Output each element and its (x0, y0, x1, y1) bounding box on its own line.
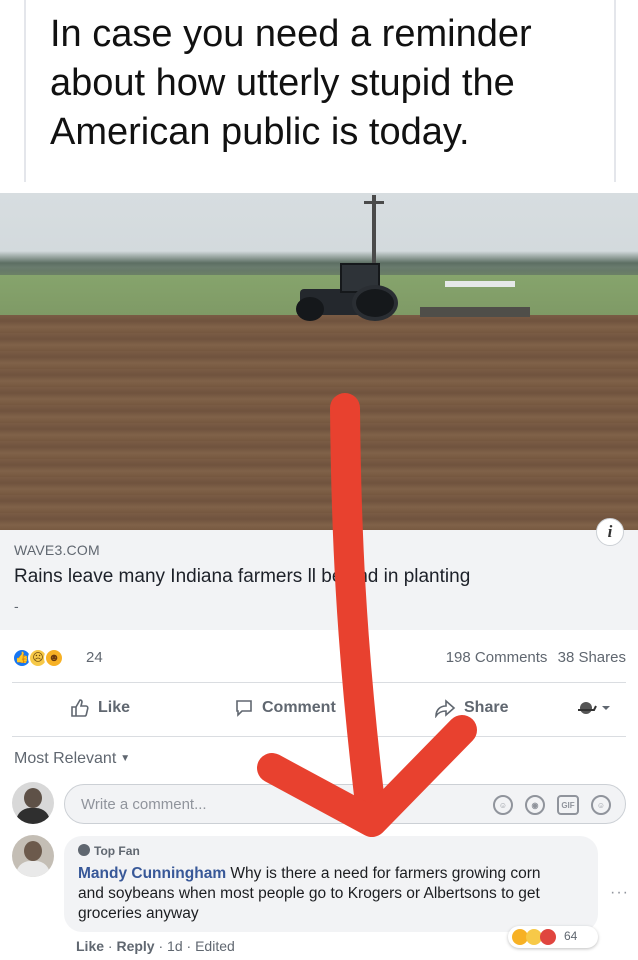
top-fan-badge: Top Fan (78, 844, 140, 858)
link-preview-image[interactable] (0, 193, 638, 530)
link-description: - (14, 598, 19, 614)
chevron-down-icon: ▼ (120, 753, 131, 765)
reaction-icons[interactable]: 👍 ☹ ☻ (12, 648, 84, 668)
top-fan-icon (78, 844, 90, 856)
commenter-avatar[interactable] (12, 835, 54, 877)
like-label: Like (98, 699, 131, 716)
link-preview-card[interactable]: i WAVE3.COM Rains leave many Indiana far… (0, 518, 638, 630)
page-avatar-icon (578, 702, 610, 714)
post-actions: Like Comment Share (0, 690, 638, 734)
comment-reply-link[interactable]: Reply (116, 938, 154, 954)
farm-implement (420, 307, 530, 317)
divider (12, 682, 626, 683)
utility-pole (372, 195, 376, 265)
share-button[interactable]: Share (434, 698, 508, 718)
emoji-icon[interactable]: ☺ (493, 795, 513, 815)
comment-time[interactable]: 1d (167, 938, 183, 954)
comment-like-link[interactable]: Like (76, 938, 104, 954)
more-options-icon[interactable]: ··· (610, 884, 629, 902)
sort-label: Most Relevant (14, 750, 117, 767)
comment-reactions[interactable]: 64 (508, 926, 598, 948)
share-label: Share (464, 699, 509, 716)
comment-edited[interactable]: Edited (195, 938, 235, 954)
camera-icon[interactable]: ◉ (525, 795, 545, 815)
sticker-icon[interactable]: ☺ (591, 795, 611, 815)
shares-count[interactable]: 38 Shares (558, 649, 626, 666)
info-icon[interactable]: i (596, 518, 624, 546)
gif-icon[interactable]: GIF (557, 795, 579, 815)
like-button[interactable]: Like (70, 698, 130, 718)
audience-selector[interactable] (576, 698, 618, 718)
post-stats: 👍 ☹ ☻ 24 198 Comments 38 Shares (12, 646, 626, 672)
comment-text: Mandy Cunningham Why is there a need for… (78, 864, 568, 924)
comment-bubble: Top Fan Mandy Cunningham Why is there a … (64, 836, 598, 932)
link-domain: WAVE3.COM (14, 542, 100, 558)
comment-input[interactable]: Write a comment... ☺ ◉ GIF ☺ (64, 784, 626, 824)
link-headline[interactable]: Rains leave many Indiana farmers ll behi… (14, 566, 470, 588)
comment-sort-dropdown[interactable]: Most Relevant ▼ (14, 750, 130, 768)
comment-meta: Like · Reply · 1d · Edited (76, 938, 235, 954)
comment-button[interactable]: Comment (234, 698, 336, 718)
comment-icon (236, 700, 252, 717)
comments-count[interactable]: 198 Comments (446, 649, 548, 666)
comment-reaction-count: 64 (564, 929, 578, 943)
share-icon (435, 699, 456, 718)
comment-author[interactable]: Mandy Cunningham (78, 865, 226, 882)
divider (12, 736, 626, 737)
thumbs-up-icon (71, 699, 89, 717)
reaction-count[interactable]: 24 (86, 649, 103, 666)
meme-caption: In case you need a reminder about how ut… (50, 13, 532, 153)
avatar[interactable] (12, 782, 54, 824)
comment-label: Comment (262, 699, 336, 716)
haha-icon: ☻ (44, 648, 64, 668)
comment-placeholder: Write a comment... (81, 796, 207, 813)
meme-caption-panel: In case you need a reminder about how ut… (24, 0, 616, 182)
angry-icon (540, 929, 556, 945)
